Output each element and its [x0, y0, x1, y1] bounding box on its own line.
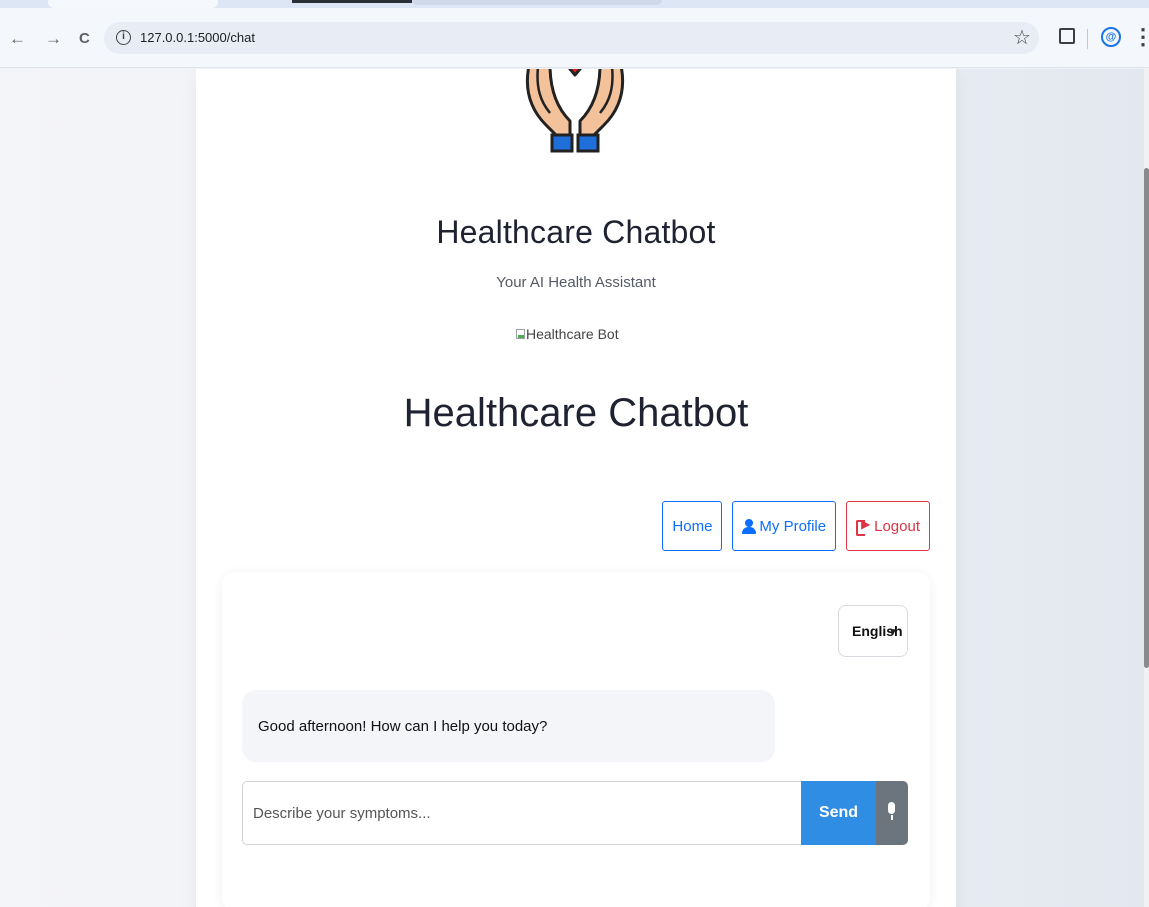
forward-icon[interactable]: →	[45, 30, 62, 48]
reload-icon[interactable]: C	[79, 30, 90, 48]
page-scrollbar[interactable]	[1144, 69, 1149, 907]
url-text[interactable]: 127.0.0.1:5000/chat	[140, 30, 255, 45]
brand-title: Healthcare Chatbot	[436, 214, 716, 250]
scrollbar-thumb[interactable]	[1144, 168, 1149, 668]
tab-strip	[0, 0, 1149, 8]
logout-button-label: Logout	[874, 517, 920, 535]
microphone-icon	[888, 802, 895, 814]
browser-toolbar: ← → C i 127.0.0.1:5000/chat ☆ @ ⋮	[0, 8, 1149, 68]
user-icon	[742, 518, 757, 534]
inactive-tab[interactable]	[412, 0, 662, 5]
sign-out-icon	[856, 517, 871, 536]
language-select[interactable]: English ▼	[838, 605, 908, 657]
home-button[interactable]: Home	[662, 501, 723, 551]
browser-menu-icon[interactable]: ⋮	[1132, 24, 1149, 50]
bot-image-broken: Healthcare Bot	[516, 324, 619, 344]
chat-panel: English ▼ Good afternoon! How can I help…	[222, 572, 930, 907]
hands-heart-logo-icon	[525, 69, 625, 153]
broken-image-icon	[516, 329, 525, 339]
active-tab[interactable]	[48, 0, 218, 8]
toolbar-divider	[1087, 29, 1088, 49]
microphone-button[interactable]	[876, 781, 908, 845]
extension-icon[interactable]	[1059, 28, 1075, 44]
logout-button[interactable]: Logout	[846, 501, 930, 551]
microphone-stand	[891, 815, 893, 820]
tab-indicator	[292, 0, 412, 3]
chevron-down-icon: ▼	[888, 627, 898, 638]
nav-buttons: Home My Profile Logout	[662, 501, 930, 551]
bot-message-text: Good afternoon! How can I help you today…	[258, 717, 548, 735]
address-bar[interactable]: i 127.0.0.1:5000/chat ☆	[104, 22, 1039, 54]
chat-input-row: Send	[242, 781, 908, 845]
send-button[interactable]: Send	[801, 781, 876, 845]
my-profile-button[interactable]: My Profile	[732, 501, 837, 551]
profile-icon[interactable]: @	[1101, 27, 1121, 47]
symptom-input[interactable]	[242, 781, 801, 845]
info-icon[interactable]: i	[116, 30, 131, 45]
bookmark-star-icon[interactable]: ☆	[1013, 25, 1031, 50]
home-button-label: Home	[672, 517, 713, 535]
main-card: Healthcare Chatbot Your AI Health Assist…	[196, 69, 956, 907]
brand-subtitle: Your AI Health Assistant	[496, 274, 656, 291]
page-heading: Healthcare Chatbot	[403, 391, 749, 435]
my-profile-button-label: My Profile	[759, 517, 827, 535]
page-viewport: Healthcare Chatbot Your AI Health Assist…	[0, 69, 1149, 907]
bot-message-bubble: Good afternoon! How can I help you today…	[242, 690, 775, 762]
bot-image-alt-text: Healthcare Bot	[526, 326, 619, 342]
back-icon[interactable]: ←	[9, 30, 26, 48]
